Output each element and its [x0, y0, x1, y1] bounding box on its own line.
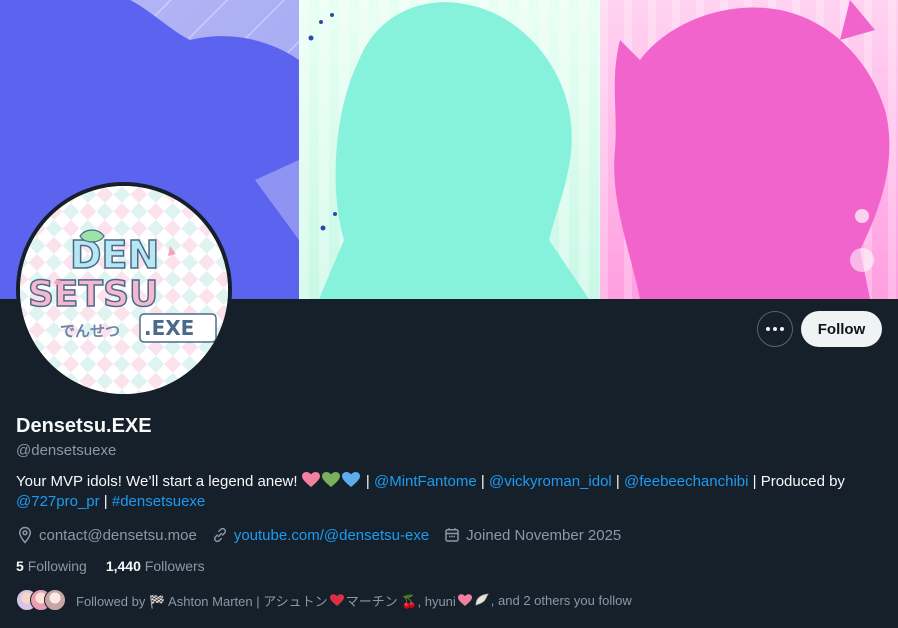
location-item: contact@densetsu.moe — [16, 526, 197, 544]
profile-bio: Your MVP idols! We’ll start a legend ane… — [16, 472, 866, 512]
website-link[interactable]: youtube.com/@densetsu-exe — [234, 527, 429, 544]
display-name: Densetsu.EXE — [16, 415, 152, 437]
more-options-button[interactable] — [757, 311, 793, 347]
mention-vickyroman[interactable]: @vickyroman_idol — [489, 473, 612, 490]
logo-line2: SETSU — [28, 274, 158, 315]
silhouette-pink — [600, 0, 898, 299]
pink-heart-icon — [457, 593, 472, 606]
followed-by-suffix: , and 2 others you follow — [490, 592, 632, 608]
hashtag-densetsuexe[interactable]: #densetsuexe — [112, 493, 205, 510]
joined-text: Joined November 2025 — [466, 526, 622, 544]
wing-icon — [475, 593, 489, 606]
following-link[interactable]: 5 Following — [16, 558, 87, 574]
joined-item: Joined November 2025 — [443, 526, 621, 544]
following-count: 5 — [16, 558, 24, 574]
bio-text: Your MVP idols! We’ll start a legend ane… — [16, 473, 298, 490]
banner-panel-mint — [299, 0, 600, 299]
location-text: contact@densetsu.moe — [39, 526, 197, 544]
calendar-icon — [445, 528, 459, 542]
bio-separator: | — [99, 493, 112, 510]
banner-panel-pink — [600, 0, 898, 299]
bio-produced-by: | Produced by — [748, 473, 845, 490]
red-heart-icon — [329, 593, 344, 606]
bio-separator: | — [611, 473, 624, 490]
link-icon — [213, 527, 226, 543]
more-dot-icon — [780, 327, 784, 331]
logo-exe: .EXE — [144, 316, 194, 340]
mention-727pro[interactable]: @727pro_pr — [16, 493, 100, 510]
location-pin-icon — [18, 526, 32, 544]
profile-meta: contact@densetsu.moe youtube.com/@denset… — [16, 524, 635, 546]
densetsu-logo-image: DEN SETSU でんせつ .EXE — [20, 186, 228, 394]
more-dot-icon — [766, 327, 770, 331]
followed-by-middle: マーチン 🍒, hyuni — [345, 593, 456, 609]
followed-by-prefix: Followed by 🏁 Ashton Marten | アシュトン — [76, 593, 328, 609]
profile-avatar[interactable]: DEN SETSU でんせつ .EXE — [16, 182, 232, 398]
mention-feebeechanchibi[interactable]: @feebeechanchibi — [624, 473, 748, 490]
followed-by-row[interactable]: Followed by 🏁 Ashton Marten | アシュトン マーチン… — [16, 589, 632, 611]
bio-separator: | — [365, 473, 374, 490]
following-label: Following — [27, 558, 87, 574]
followers-label: Followers — [144, 558, 205, 574]
followers-count: 1,440 — [105, 558, 141, 574]
more-dot-icon — [773, 327, 777, 331]
followers-link[interactable]: 1,440 Followers — [106, 558, 205, 574]
follower-avatars — [16, 589, 68, 611]
mention-mintfantome[interactable]: @MintFantome — [374, 473, 477, 490]
logo-kana: でんせつ — [60, 322, 120, 340]
website-item: youtube.com/@densetsu-exe — [211, 526, 429, 544]
follower-avatar — [44, 589, 66, 611]
avatar-image: DEN SETSU でんせつ .EXE — [20, 186, 228, 394]
blue-heart-icon — [341, 472, 360, 487]
follow-button[interactable]: Follow — [801, 311, 882, 347]
follow-stats: 5 Following 1,440 Followers — [16, 558, 224, 574]
profile-handle: @densetsuexe — [16, 442, 117, 459]
pink-heart-icon — [301, 472, 320, 487]
silhouette-mint — [299, 0, 600, 299]
green-heart-icon — [321, 472, 340, 487]
bio-separator: | — [476, 473, 489, 490]
